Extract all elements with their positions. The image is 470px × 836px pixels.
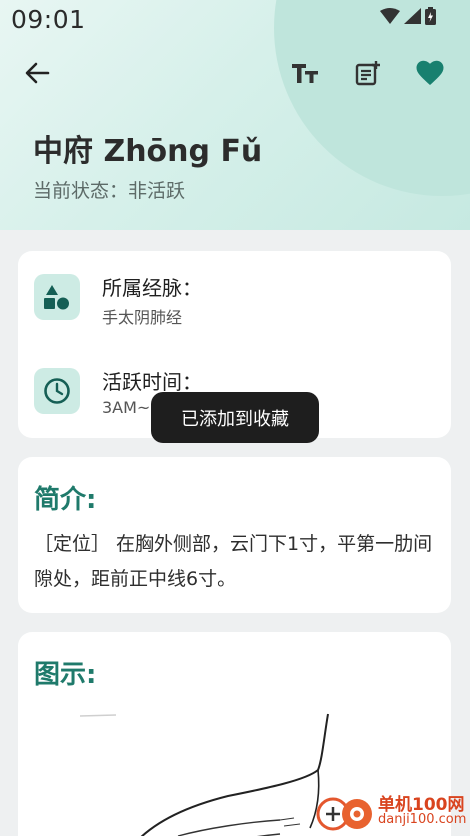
watermark-emblem-icon	[316, 797, 372, 831]
meridian-label: 所属经脉：	[102, 276, 202, 300]
watermark-logo: 单机100网 danji100.com	[316, 790, 466, 834]
intro-card: 简介: ［定位］ 在胸外侧部，云门下1寸，平第一肋间隙处，距前正中线6寸。	[18, 457, 451, 613]
status-time: 09:01	[11, 5, 86, 34]
arrow-back-icon	[25, 62, 50, 84]
heart-icon	[416, 60, 444, 85]
wifi-icon	[380, 8, 400, 24]
status-bar: 09:01	[0, 0, 470, 42]
diagram-title: 图示:	[34, 660, 97, 690]
toast-message: 已添加到收藏	[151, 392, 319, 443]
font-size-button[interactable]	[283, 51, 327, 95]
meridian-row: 所属经脉： 手太阴肺经	[34, 274, 434, 330]
current-status: 当前状态：非活跃	[33, 180, 186, 202]
header-banner: 09:01 中府 Zhōng Fǔ 当前状态：非活跃	[0, 0, 470, 230]
back-button[interactable]	[15, 51, 59, 95]
meridian-value: 手太阴肺经	[102, 308, 183, 327]
active-time-label: 活跃时间：	[102, 370, 202, 394]
signal-icon	[404, 8, 421, 24]
intro-title: 简介:	[34, 485, 97, 515]
note-add-icon	[355, 61, 380, 86]
watermark-url: danji100.com	[378, 812, 467, 827]
font-size-icon	[292, 64, 318, 83]
favorite-button[interactable]	[408, 51, 452, 95]
battery-icon	[425, 7, 436, 25]
shapes-icon	[44, 285, 69, 310]
add-note-button[interactable]	[346, 51, 390, 95]
acupoint-title: 中府 Zhōng Fǔ	[33, 134, 263, 169]
status-icons	[380, 7, 436, 25]
intro-text: ［定位］ 在胸外侧部，云门下1寸，平第一肋间隙处，距前正中线6寸。	[34, 533, 433, 590]
clock-icon	[44, 378, 70, 404]
shapes-icon-box	[34, 274, 80, 320]
clock-icon-box	[34, 368, 80, 414]
